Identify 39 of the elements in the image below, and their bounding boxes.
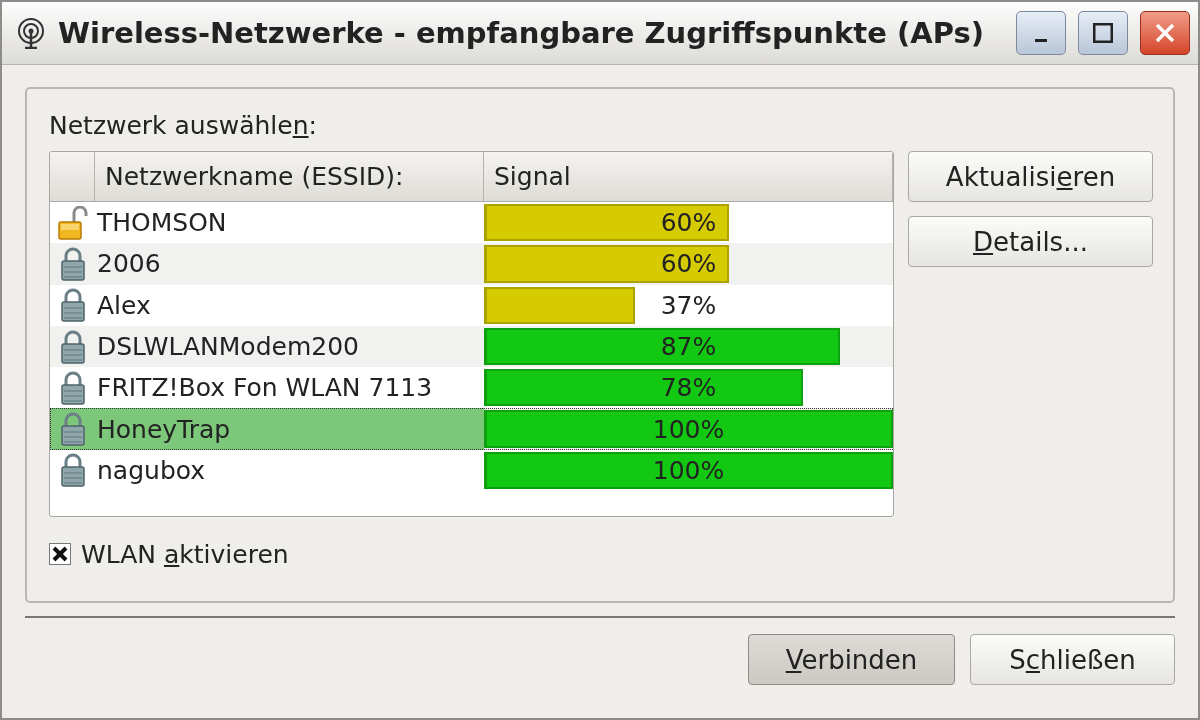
maximize-button[interactable] — [1078, 11, 1128, 55]
network-row[interactable]: DSLWLANModem200 87% — [50, 325, 893, 368]
signal-percent: 37% — [660, 290, 717, 320]
minimize-icon — [1035, 38, 1047, 42]
network-row[interactable]: THOMSON 60% — [50, 202, 893, 244]
close-dialog-button[interactable]: Schließen — [970, 634, 1175, 685]
network-row[interactable]: nagubox 100% — [50, 449, 893, 492]
checkbox-label[interactable]: WLAN aktivieren — [81, 539, 289, 569]
network-row[interactable]: 2006 60% — [50, 243, 893, 285]
connect-button[interactable]: Verbinden — [748, 634, 955, 685]
checkbox[interactable] — [49, 543, 71, 565]
wireless-antenna-icon — [16, 17, 46, 49]
signal-percent: 60% — [660, 208, 717, 238]
signal-percent: 60% — [660, 249, 717, 279]
network-name[interactable]: HoneyTrap — [95, 408, 484, 450]
network-name[interactable]: DSLWLANModem200 — [95, 325, 484, 368]
network-name[interactable]: FRITZ!Box Fon WLAN 7113 — [95, 367, 484, 409]
refresh-button[interactable]: Aktualisieren — [908, 151, 1153, 202]
list-label: Netzwerk auswählen: — [49, 111, 318, 142]
window-title: Wireless-Netzwerke - empfangbare Zugriffspunkte (APs) — [58, 16, 985, 50]
network-name[interactable]: 2006 — [95, 243, 484, 285]
network-list[interactable]: Netzwerkname (ESSID): Signal THOMSON 60% 2006 60% Alex 37% DSLWLANModem200 87% FRITZ!Box Fon WLAN 7113 78% HoneyTrap 100% nagubox 100% — [49, 151, 894, 517]
signal-percent: 100% — [652, 455, 725, 485]
maximize-icon — [1093, 23, 1113, 43]
network-row[interactable]: FRITZ!Box Fon WLAN 7113 78% — [50, 367, 893, 409]
close-button[interactable] — [1140, 11, 1190, 55]
network-name[interactable]: THOMSON — [95, 202, 484, 244]
network-row[interactable]: Alex 37% — [50, 284, 893, 326]
signal-percent: 100% — [652, 414, 725, 444]
network-name[interactable]: Alex — [95, 284, 484, 326]
signal-percent: 87% — [660, 332, 717, 362]
details-button[interactable]: Details... — [908, 216, 1153, 267]
close-icon — [1155, 23, 1175, 43]
column-header[interactable]: Netzwerkname (ESSID): — [95, 152, 484, 201]
signal-percent: 78% — [660, 373, 717, 403]
network-name[interactable]: nagubox — [95, 449, 484, 492]
selected-row[interactable]: HoneyTrap 100% — [50, 408, 893, 450]
column-header[interactable]: Signal — [484, 152, 893, 201]
minimize-button[interactable] — [1016, 11, 1066, 55]
